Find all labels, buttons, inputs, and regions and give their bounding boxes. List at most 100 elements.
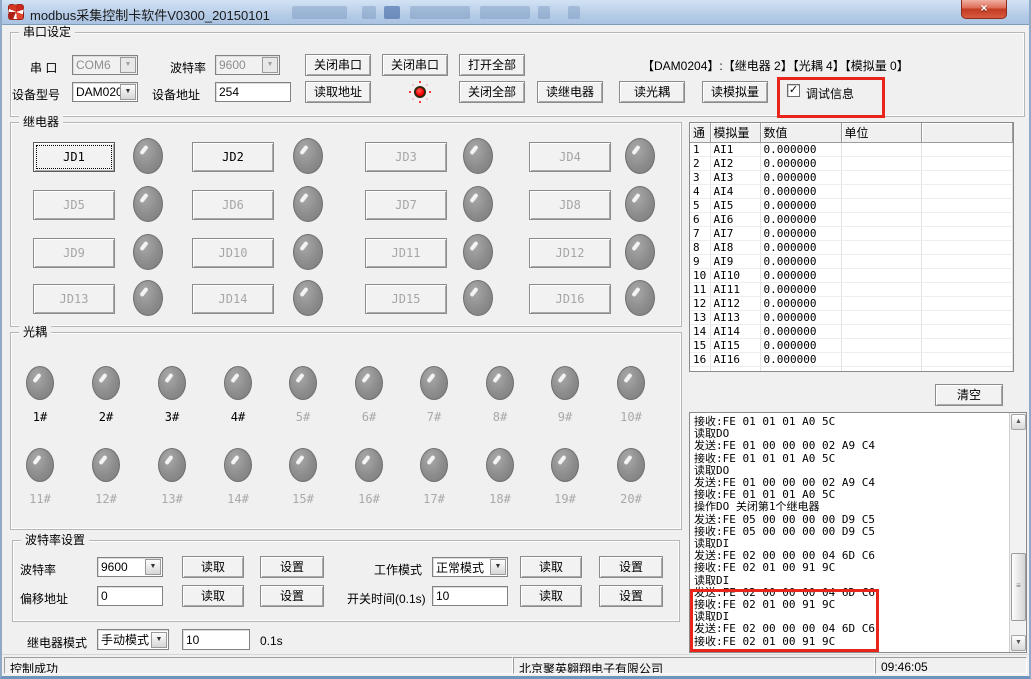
work-mode-combo[interactable]: 正常模式 ▼	[432, 557, 508, 577]
chevron-down-icon[interactable]: ▼	[151, 632, 167, 648]
debug-info-checkbox[interactable]: ✓	[787, 84, 800, 97]
table-row[interactable]: 7AI70.000000	[690, 227, 1013, 241]
table-row[interactable]: 2AI20.000000	[690, 157, 1013, 171]
opto-channel-label: 12#	[84, 492, 128, 506]
table-cell: 0.000000	[760, 213, 841, 227]
table-row[interactable]: 16AI160.000000	[690, 353, 1013, 367]
opto-knob-icon	[355, 448, 383, 482]
opto-channel-label: 2#	[84, 410, 128, 424]
close-all-button[interactable]: 关闭全部	[459, 81, 525, 103]
baud-settings-group: 波特率设置	[12, 540, 680, 622]
relay-button-jd12: JD12	[529, 238, 611, 268]
table-row[interactable]: 5AI50.000000	[690, 199, 1013, 213]
scrollbar-thumb[interactable]: ≡	[1011, 553, 1026, 621]
relay-knob-icon	[625, 234, 655, 270]
table-row[interactable]: 12AI120.000000	[690, 297, 1013, 311]
close-serial-button-1[interactable]: 关闭串口	[305, 54, 371, 76]
table-cell	[921, 171, 1013, 185]
baud2-combo[interactable]: 9600 ▼	[97, 557, 163, 577]
chevron-down-icon[interactable]: ▼	[490, 559, 506, 575]
offset-read-button[interactable]: 读取	[182, 585, 244, 607]
opto-channel-label: 15#	[281, 492, 325, 506]
relay-button-jd2[interactable]: JD2	[192, 142, 274, 172]
table-row[interactable]: 14AI140.000000	[690, 325, 1013, 339]
relay-mode-unit-label: 0.1s	[260, 634, 283, 648]
table-cell: AI11	[710, 283, 760, 297]
device-info-text: 【DAM0204】:【继电器 2】【光耦 4】【模拟量 0】	[642, 57, 909, 74]
table-row[interactable]: 15AI150.000000	[690, 339, 1013, 353]
status-company: 北京聚英翱翔电子有限公司	[513, 657, 875, 674]
chevron-down-icon[interactable]: ▼	[120, 84, 136, 100]
read-relay-button[interactable]: 读继电器	[537, 81, 603, 103]
chevron-down-icon[interactable]: ▼	[120, 57, 136, 73]
switch-time-set-button[interactable]: 设置	[599, 585, 663, 607]
table-row[interactable]	[690, 367, 1013, 373]
switch-time-read-button[interactable]: 读取	[520, 585, 582, 607]
offset-addr-input[interactable]	[97, 586, 163, 606]
table-cell	[921, 185, 1013, 199]
relay-mode-time-input[interactable]	[182, 629, 250, 650]
work-mode-read-button[interactable]: 读取	[520, 556, 582, 578]
baud-read-button[interactable]: 读取	[182, 556, 244, 578]
table-row[interactable]: 6AI60.000000	[690, 213, 1013, 227]
chevron-down-icon[interactable]: ▼	[262, 57, 278, 73]
offset-set-button[interactable]: 设置	[260, 585, 324, 607]
table-row[interactable]: 11AI110.000000	[690, 283, 1013, 297]
table-cell: 0.000000	[760, 241, 841, 255]
table-row[interactable]: 10AI100.000000	[690, 269, 1013, 283]
baud-set-button[interactable]: 设置	[260, 556, 324, 578]
open-all-button[interactable]: 打开全部	[459, 54, 525, 76]
serial-port-value: COM6	[73, 58, 120, 72]
log-line: 接收:FE 01 01 01 A0 5C	[694, 453, 1008, 465]
opto-channel-label: 8#	[478, 410, 522, 424]
work-mode-set-button[interactable]: 设置	[599, 556, 663, 578]
opto-channel-label: 9#	[543, 410, 587, 424]
log-line: 接收:FE 02 01 00 91 9C	[694, 562, 1008, 574]
serial-port-combo[interactable]: COM6 ▼	[72, 55, 138, 75]
relay-knob-icon	[625, 186, 655, 222]
table-row[interactable]: 3AI30.000000	[690, 171, 1013, 185]
table-row[interactable]: 1AI10.000000	[690, 143, 1013, 157]
debug-log-panel[interactable]: 接收:FE 01 01 01 A0 5C读取DO发送:FE 01 00 00 0…	[689, 412, 1027, 653]
relay-mode-combo[interactable]: 手动模式 ▼	[97, 629, 169, 650]
scroll-up-icon[interactable]: ▲	[1011, 414, 1026, 430]
table-cell: 0.000000	[760, 269, 841, 283]
table-cell: 0.000000	[760, 171, 841, 185]
close-button[interactable]: ×	[961, 0, 1007, 19]
table-cell: 13	[690, 311, 710, 325]
table-cell	[921, 213, 1013, 227]
opto-knob-icon	[289, 366, 317, 400]
table-cell: AI6	[710, 213, 760, 227]
table-cell: 11	[690, 283, 710, 297]
table-cell	[841, 367, 921, 373]
log-scrollbar[interactable]: ▲ ≡ ▼	[1009, 413, 1026, 652]
chevron-down-icon[interactable]: ▼	[145, 559, 161, 575]
table-row[interactable]: 8AI80.000000	[690, 241, 1013, 255]
table-cell	[841, 339, 921, 353]
close-serial-button-2[interactable]: 关闭串口	[382, 54, 448, 76]
table-cell: 4	[690, 185, 710, 199]
title-bar[interactable]: modbus采集控制卡软件V0300_20150101 ×	[2, 0, 1029, 25]
opto-channel-label: 7#	[412, 410, 456, 424]
switch-time-input[interactable]	[432, 586, 508, 606]
baud-combo[interactable]: 9600 ▼	[215, 55, 280, 75]
table-row[interactable]: 4AI40.000000	[690, 185, 1013, 199]
clear-button[interactable]: 清空	[935, 384, 1003, 406]
opto-channel-label: 19#	[543, 492, 587, 506]
table-cell: 0.000000	[760, 143, 841, 157]
analog-table[interactable]: 通模拟量数值单位 1AI10.000000 2AI20.000000 3AI30…	[689, 122, 1014, 372]
read-addr-button[interactable]: 读取地址	[305, 81, 371, 103]
read-opto-button[interactable]: 读光耦	[619, 81, 685, 103]
opto-knob-icon	[551, 366, 579, 400]
table-row[interactable]: 13AI130.000000	[690, 311, 1013, 325]
table-cell: 0.000000	[760, 283, 841, 297]
table-cell	[841, 241, 921, 255]
relay-button-jd1[interactable]: JD1	[33, 142, 115, 172]
table-row[interactable]: 9AI90.000000	[690, 255, 1013, 269]
scroll-down-icon[interactable]: ▼	[1011, 635, 1026, 651]
device-addr-input[interactable]	[215, 82, 291, 102]
read-analog-button[interactable]: 读模拟量	[702, 81, 768, 103]
table-cell: AI3	[710, 171, 760, 185]
device-model-combo[interactable]: DAM0204 ▼	[72, 82, 138, 102]
table-cell: 16	[690, 353, 710, 367]
